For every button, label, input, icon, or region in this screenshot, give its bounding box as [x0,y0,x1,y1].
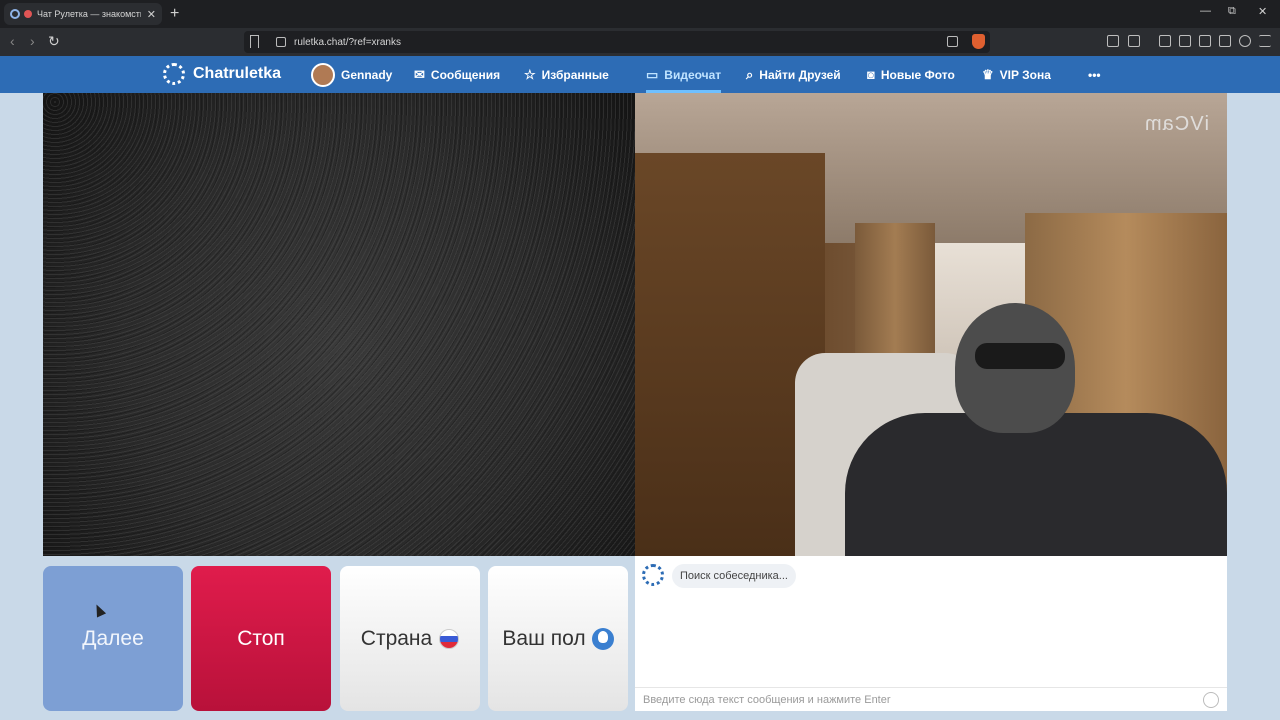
tab-title: Чат Рулетка — знакомства и видео [36,9,141,19]
close-window-button[interactable]: ✕ [1258,5,1267,18]
vpn-icon[interactable] [1239,35,1251,47]
russia-flag-icon [439,628,460,649]
video-camera-icon: ▭ [646,66,659,82]
camera-watermark: iVCam [1143,113,1209,135]
media-icon[interactable] [1159,35,1171,47]
partner-video [43,93,635,556]
nav-messages[interactable]: ✉ Сообщения [414,56,500,93]
scene-goggles [975,343,1065,369]
chat-panel: Поиск собеседника... Введите сюда текст … [635,556,1227,711]
camera-icon: ◙ [867,67,875,82]
browser-tab[interactable]: Чат Рулетка — знакомства и видео ✕ [4,3,162,25]
emoji-icon[interactable] [1203,692,1219,708]
next-button-label: Далее [82,626,144,650]
envelope-icon: ✉ [414,66,425,82]
site-info-icon[interactable] [276,37,286,47]
chat-logo-icon [642,564,664,586]
video-static-noise [43,93,635,556]
maximize-window-button[interactable]: ⧉ [1228,5,1236,18]
star-icon: ☆ [524,66,536,82]
address-bar[interactable]: ruletka.chat/?ref=xranks [244,31,990,53]
close-tab-icon[interactable]: ✕ [147,8,156,21]
chat-message-input[interactable]: Введите сюда текст сообщения и нажмите E… [635,687,1227,711]
nav-vip-label: VIP Зона [999,67,1051,82]
sidebar-icon[interactable] [1179,35,1191,47]
wallet-icon[interactable] [1199,35,1211,47]
menu-icon[interactable] [1259,35,1271,47]
site-logo[interactable]: Chatruletka [163,63,281,85]
scene-person-body [845,413,1227,556]
nav-vip[interactable]: ♛ VIP Зона [982,56,1051,93]
country-button-label: Страна [360,626,433,650]
translate-icon[interactable] [1128,35,1140,47]
nav-find-friends[interactable]: ⌕ Найти Друзей [746,56,841,93]
nav-messages-label: Сообщения [430,67,501,82]
gender-button-label: Ваш пол [502,626,586,650]
nav-videochat[interactable]: ▭ Видеочат [646,56,722,93]
browser-tab-bar: Чат Рулетка — знакомства и видео ✕ + — ⧉… [0,0,1280,28]
stop-button[interactable]: Стоп [191,566,331,711]
own-camera-video: iVCam [635,93,1227,556]
more-dots-icon: ••• [1088,67,1101,82]
nav-profile[interactable]: Gennady [311,56,392,93]
avatar [311,62,335,87]
next-button[interactable]: Далее [43,566,183,711]
gender-button[interactable]: Ваш пол [488,566,628,711]
ai-icon[interactable] [1219,35,1231,47]
extensions-icon[interactable] [1107,35,1119,47]
nav-favorites[interactable]: ☆ Избранные [524,56,609,93]
logo-text: Chatruletka [193,65,282,82]
search-icon: ⌕ [746,66,754,82]
minimize-window-button[interactable]: — [1200,5,1211,17]
user-gender-icon [591,627,614,650]
site-favicon-icon [10,9,20,19]
country-button[interactable]: Страна [340,566,480,711]
recording-indicator-icon [23,10,32,18]
nav-more-button[interactable]: ••• [1088,56,1101,93]
bookmark-icon[interactable] [250,35,259,48]
crown-icon: ♛ [982,66,994,82]
back-icon[interactable]: ‹ [10,33,15,49]
share-icon[interactable] [947,36,958,47]
nav-favorites-label: Избранные [541,67,609,82]
browser-toolbar: ‹ › ↻ ruletka.chat/?ref=xranks [0,28,1280,56]
new-tab-button[interactable]: + [170,5,179,23]
nav-find-friends-label: Найти Друзей [759,67,841,82]
url-text: ruletka.chat/?ref=xranks [294,36,401,48]
stop-button-label: Стоп [237,626,285,650]
brave-shield-icon[interactable] [972,34,985,49]
chat-input-placeholder: Введите сюда текст сообщения и нажмите E… [643,693,891,706]
forward-icon[interactable]: › [30,33,35,49]
nav-new-photos-label: Новые Фото [880,67,955,82]
site-navbar: Chatruletka Gennady ✉ Сообщения ☆ Избран… [0,56,1280,93]
chat-status-message: Поиск собеседника... [672,564,796,588]
nav-videochat-label: Видеочат [664,67,722,82]
logo-icon [163,63,185,85]
profile-name: Gennady [341,67,393,82]
nav-new-photos[interactable]: ◙ Новые Фото [867,56,955,93]
reload-icon[interactable]: ↻ [48,33,60,50]
